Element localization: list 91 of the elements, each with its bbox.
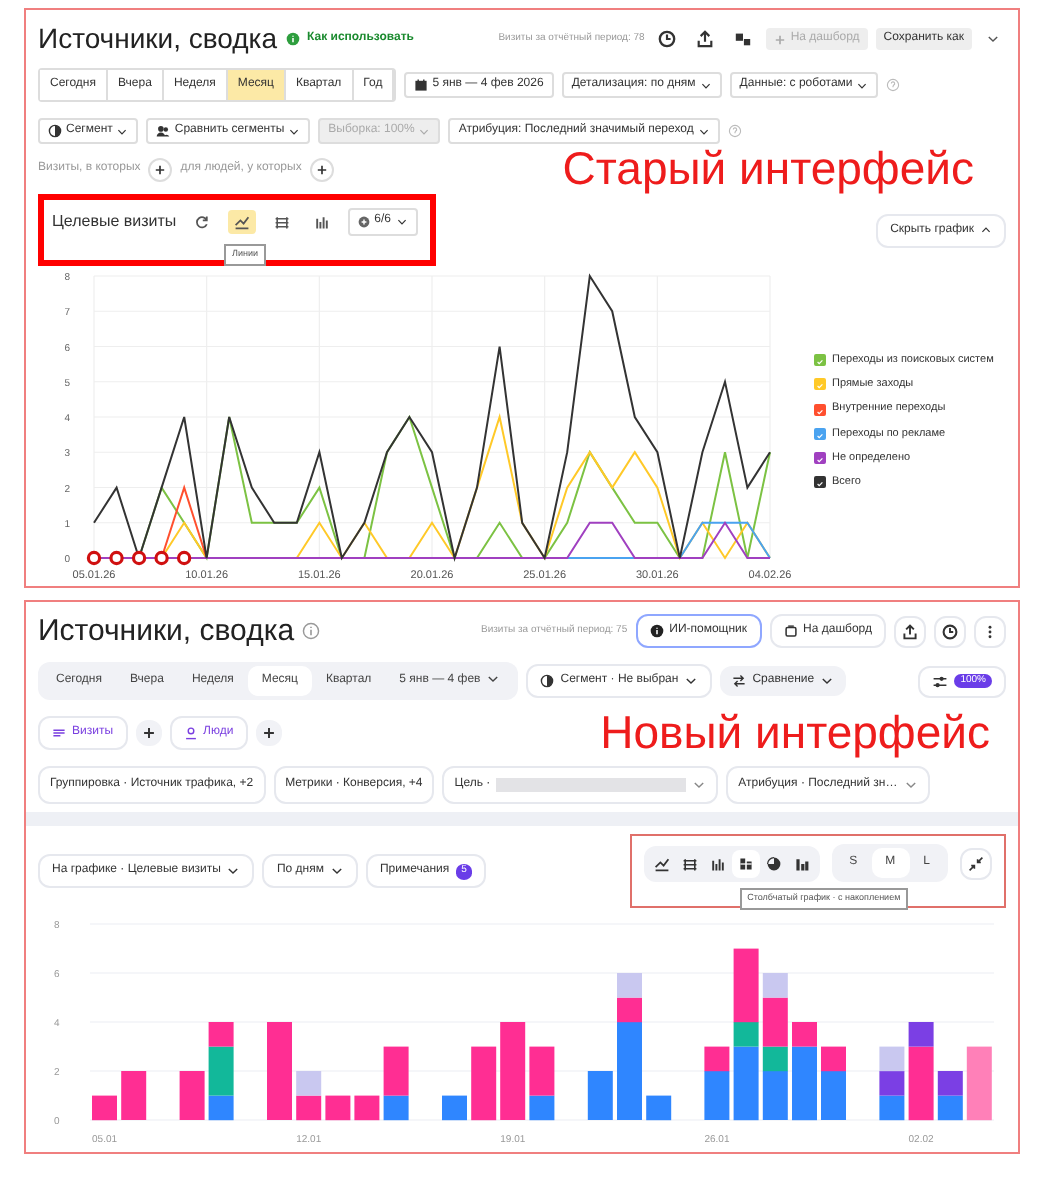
upload-icon — [696, 30, 715, 48]
caret-icon — [820, 674, 835, 689]
bar-segment — [646, 1096, 672, 1122]
column-chart-icon — [793, 855, 810, 872]
export-button[interactable] — [894, 615, 926, 648]
table-icon — [274, 214, 291, 231]
bar-segment — [879, 1047, 905, 1073]
bar-segment — [121, 1071, 147, 1121]
info-icon — [285, 32, 300, 46]
caret-icon — [903, 778, 918, 793]
compare-icon — [732, 674, 747, 689]
plus-icon — [774, 33, 787, 45]
clock-icon — [942, 623, 958, 640]
bar-segment — [296, 1096, 322, 1122]
bar-segment — [500, 1022, 526, 1121]
bar-chart-icon — [314, 214, 331, 231]
chart-type-button[interactable] — [731, 849, 760, 878]
caret-icon — [699, 79, 712, 91]
legend-checkbox[interactable] — [814, 427, 826, 440]
bar-segment — [325, 1096, 351, 1122]
plus-icon — [261, 726, 276, 741]
bar-segment — [471, 1047, 497, 1122]
caret-icon — [697, 125, 710, 138]
bar-segment — [587, 1071, 613, 1121]
add-condition-button[interactable] — [309, 157, 334, 182]
bar-segment — [442, 1096, 467, 1122]
people-icon — [156, 124, 171, 139]
page-title: Источники, сводка — [38, 20, 278, 58]
upload-icon — [902, 623, 918, 640]
annotation-text: Новый интерфейс — [600, 708, 990, 759]
chart-type-button[interactable] — [228, 210, 257, 235]
caret-icon — [856, 79, 869, 91]
help-icon — [886, 78, 901, 92]
stacked-bar-icon — [737, 855, 754, 872]
bar-segment — [267, 1022, 292, 1121]
person-icon — [183, 726, 198, 741]
line-chart-icon — [234, 214, 251, 231]
bar-segment — [879, 1071, 905, 1097]
caret-icon — [980, 224, 992, 237]
help-icon — [727, 124, 742, 139]
page-title: Источники, сводка — [38, 611, 295, 652]
chart-title: Целевые визиты — [52, 210, 177, 235]
bar-segment — [92, 1096, 117, 1122]
legend-checkbox[interactable] — [814, 354, 826, 367]
caret-icon — [692, 778, 707, 793]
add-condition-button[interactable] — [148, 157, 173, 182]
bar-segment — [354, 1096, 380, 1122]
annotation-text: Старый интерфейс — [562, 144, 974, 195]
collapse-button[interactable] — [960, 847, 992, 880]
dashboard-icon — [783, 624, 798, 639]
bar-segment — [296, 1071, 322, 1097]
bar-segment — [966, 1047, 992, 1122]
refresh-icon — [194, 214, 211, 231]
caret-icon — [418, 125, 431, 138]
line-chart-icon — [653, 855, 670, 872]
segment-icon — [540, 674, 555, 689]
caret-icon — [226, 864, 241, 879]
pie-icon — [48, 124, 62, 139]
caret-icon — [329, 864, 344, 879]
caret-icon — [684, 674, 699, 689]
table-icon — [681, 855, 698, 872]
clock-icon — [658, 30, 677, 48]
caret-icon — [288, 125, 301, 138]
add-button[interactable] — [135, 720, 162, 747]
caret-icon — [486, 672, 501, 687]
caret-icon — [395, 216, 408, 229]
shapes-icon — [734, 30, 753, 48]
plus-icon — [315, 163, 328, 176]
bar-chart-icon — [709, 855, 726, 872]
caret-icon — [116, 125, 129, 138]
legend-checkbox[interactable] — [814, 403, 826, 416]
legend-checkbox[interactable] — [814, 452, 826, 465]
assistant-icon — [649, 624, 664, 639]
list-icon — [52, 726, 66, 741]
bar-segment — [879, 1096, 905, 1122]
plus-icon — [154, 163, 167, 176]
pie-chart-icon — [765, 855, 782, 872]
add-button[interactable] — [255, 720, 282, 747]
history-button[interactable] — [934, 615, 966, 648]
sliders-icon — [932, 673, 949, 690]
plus-icon — [141, 726, 156, 741]
bar-segment — [937, 1096, 963, 1122]
bar-segment — [617, 973, 642, 999]
caret-icon — [986, 32, 1000, 46]
info-icon — [302, 622, 321, 641]
legend-checkbox[interactable] — [814, 476, 826, 489]
bar-segment — [179, 1071, 205, 1121]
calendar-icon — [414, 78, 429, 92]
series-icon — [358, 216, 371, 229]
collapse-icon — [968, 855, 984, 872]
bar-segment — [937, 1071, 963, 1097]
